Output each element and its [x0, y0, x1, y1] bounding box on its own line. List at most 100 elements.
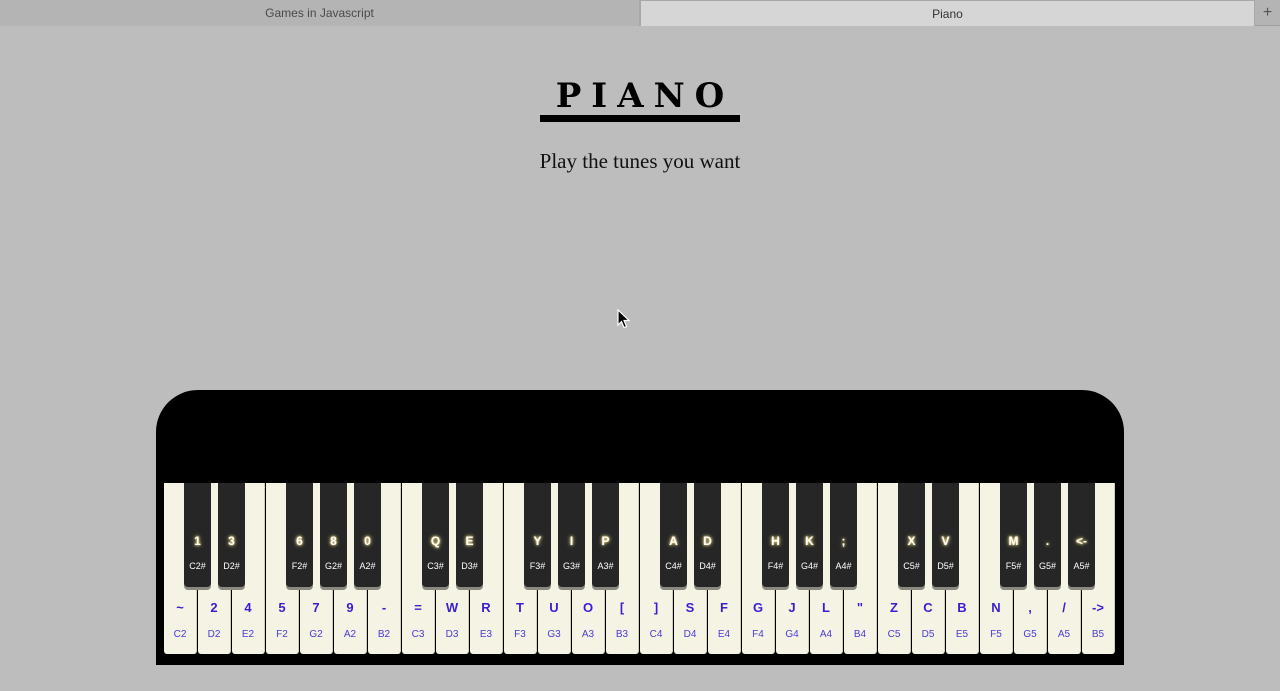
tab-bar: Games in Javascript Piano + — [0, 0, 1280, 26]
white-key-shortcut: W — [445, 600, 459, 615]
black-key-shortcut: 8 — [330, 534, 337, 548]
white-key-shortcut: 5 — [278, 600, 286, 615]
black-key-d2-sharp[interactable]: 3 D2# — [218, 483, 245, 587]
title-underline — [540, 115, 740, 122]
black-key-note: F4# — [767, 561, 784, 571]
white-key-note: F3 — [514, 629, 526, 640]
white-key-note: D2 — [207, 629, 221, 640]
black-key-shortcut: P — [601, 534, 610, 548]
black-key-shortcut: X — [907, 534, 916, 548]
white-key-shortcut: " — [856, 600, 864, 615]
black-key-c4-sharp[interactable]: A C4# — [660, 483, 687, 587]
white-key-shortcut: / — [1062, 600, 1066, 615]
black-key-shortcut: M — [1008, 534, 1019, 548]
white-key-shortcut: 7 — [312, 600, 320, 615]
black-key-a5-sharp[interactable]: <- A5# — [1068, 483, 1095, 587]
black-key-shortcut: K — [805, 534, 814, 548]
white-key-note: E5 — [955, 629, 969, 640]
white-key-note: B5 — [1091, 629, 1105, 640]
white-key-note: E4 — [717, 629, 731, 640]
white-key-note: C3 — [411, 629, 425, 640]
black-key-note: D3# — [461, 561, 478, 571]
black-key-g4-sharp[interactable]: K G4# — [796, 483, 823, 587]
black-key-note: A5# — [1073, 561, 1090, 571]
black-key-d3-sharp[interactable]: E D3# — [456, 483, 483, 587]
white-key-shortcut: -> — [1092, 600, 1104, 615]
black-key-c5-sharp[interactable]: X C5# — [898, 483, 925, 587]
black-key-shortcut: 6 — [296, 534, 303, 548]
black-key-d5-sharp[interactable]: V D5# — [932, 483, 959, 587]
black-key-shortcut: 0 — [364, 534, 371, 548]
white-key-shortcut: G — [752, 600, 764, 615]
black-key-note: F2# — [291, 561, 308, 571]
black-key-note: D4# — [699, 561, 716, 571]
white-key-shortcut: N — [991, 600, 1001, 615]
white-key-note: F4 — [752, 629, 764, 640]
black-key-c3-sharp[interactable]: Q C3# — [422, 483, 449, 587]
black-key-note: A4# — [835, 561, 852, 571]
page-subtitle: Play the tunes you want — [539, 149, 741, 173]
white-key-note: C2 — [173, 629, 187, 640]
black-key-d4-sharp[interactable]: D D4# — [694, 483, 721, 587]
black-key-note: F5# — [1005, 561, 1022, 571]
black-key-note: D2# — [223, 561, 240, 571]
white-key-shortcut: J — [788, 600, 796, 615]
white-key-note: A4 — [819, 629, 833, 640]
white-key-shortcut: B — [957, 600, 967, 615]
white-key-shortcut: 4 — [244, 600, 252, 615]
black-key-shortcut: A — [669, 534, 678, 548]
black-key-g5-sharp[interactable]: . G5# — [1034, 483, 1061, 587]
black-key-c2-sharp[interactable]: 1 C2# — [184, 483, 211, 587]
black-key-g3-sharp[interactable]: I G3# — [558, 483, 585, 587]
white-key-shortcut: ~ — [176, 600, 184, 615]
black-key-note: C5# — [903, 561, 920, 571]
black-key-shortcut: E — [465, 534, 474, 548]
black-key-note: G3# — [562, 561, 580, 571]
black-key-a2-sharp[interactable]: 0 A2# — [354, 483, 381, 587]
white-key-shortcut: 9 — [346, 600, 354, 615]
black-key-note: A3# — [597, 561, 614, 571]
piano-body: ~ C2 2 D2 4 E2 5 F2 7 G2 9 A2- B2 = C3 W D3 R E3 T F3 U G3 O A3[… — [156, 390, 1124, 665]
white-key-note: C4 — [649, 629, 663, 640]
white-key-note: F2 — [276, 629, 288, 640]
black-key-g2-sharp[interactable]: 8 G2# — [320, 483, 347, 587]
new-tab-button[interactable]: + — [1255, 0, 1280, 26]
black-key-a3-sharp[interactable]: P A3# — [592, 483, 619, 587]
white-key-note: E2 — [241, 629, 255, 640]
black-key-f4-sharp[interactable]: H F4# — [762, 483, 789, 587]
white-key-note: B4 — [853, 629, 867, 640]
white-key-note: G3 — [547, 629, 561, 640]
white-key-note: C5 — [887, 629, 901, 640]
white-key-shortcut: ] — [653, 600, 659, 615]
black-key-note: D5# — [937, 561, 954, 571]
black-key-note: G5# — [1038, 561, 1056, 571]
black-key-shortcut: Q — [430, 534, 441, 548]
black-key-f2-sharp[interactable]: 6 F2# — [286, 483, 313, 587]
white-key-shortcut: U — [549, 600, 559, 615]
white-key-shortcut: S — [685, 600, 695, 615]
tab-games-in-javascript[interactable]: Games in Javascript — [0, 0, 640, 26]
white-key-shortcut: R — [481, 600, 491, 615]
black-key-a4-sharp[interactable]: ; A4# — [830, 483, 857, 587]
white-key-note: B2 — [377, 629, 391, 640]
white-key-shortcut: - — [381, 600, 387, 615]
white-key-note: D4 — [683, 629, 697, 640]
white-key-note: E3 — [479, 629, 493, 640]
black-key-note: C3# — [427, 561, 444, 571]
white-key-shortcut: Z — [890, 600, 898, 615]
white-key-shortcut: T — [516, 600, 524, 615]
black-key-shortcut: ; — [841, 534, 846, 548]
black-key-f3-sharp[interactable]: Y F3# — [524, 483, 551, 587]
page-title: PIANO — [555, 76, 735, 116]
mouse-cursor-icon — [617, 309, 631, 329]
black-key-shortcut: I — [569, 534, 574, 548]
piano-keyboard: ~ C2 2 D2 4 E2 5 F2 7 G2 9 A2- B2 = C3 W D3 R E3 T F3 U G3 O A3[… — [164, 483, 1116, 654]
black-key-note: G2# — [324, 561, 342, 571]
white-key-note: A5 — [1057, 629, 1071, 640]
black-key-shortcut: 1 — [194, 534, 201, 548]
white-key-note: A2 — [343, 629, 357, 640]
tab-piano[interactable]: Piano — [640, 0, 1255, 26]
white-key-note: A3 — [581, 629, 595, 640]
black-key-note: C4# — [665, 561, 682, 571]
black-key-f5-sharp[interactable]: M F5# — [1000, 483, 1027, 587]
